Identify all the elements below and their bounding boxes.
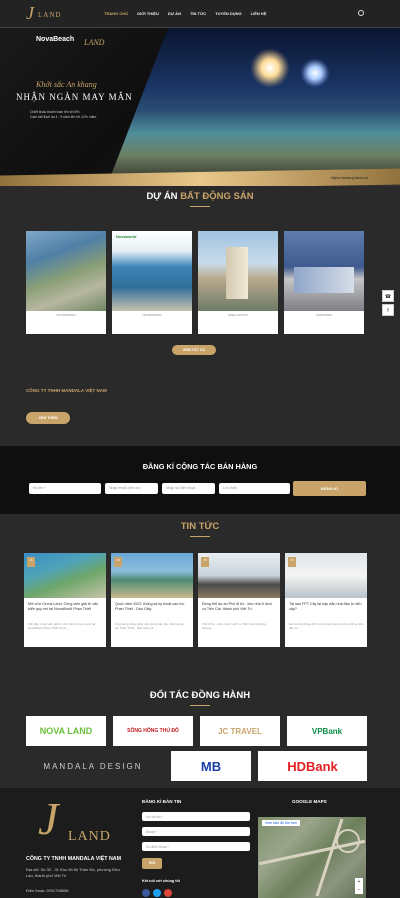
facebook-icon[interactable] [142,889,150,897]
about-company-name: CÔNG TY TNHH MANDALA VIỆT NAM [26,388,107,393]
google-map[interactable]: Xem bản đồ lớn hơn + − [258,817,366,898]
news-title[interactable]: Quốc năm 2022: thông sạ kỳ thuật cao tốc… [111,598,193,620]
nav-contact[interactable]: LIÊN HỆ [251,11,267,16]
nav-recruit[interactable]: TUYỂN DỤNG [215,11,241,16]
register-section: ĐĂNG KÍ CỘNG TÁC BÁN HÀNG Họ tên * Nhập … [0,446,400,514]
map-road [315,818,344,897]
news-image: 15 [285,553,367,598]
nav-home[interactable]: TRANG CHỦ [104,11,128,16]
news-title[interactable]: Mở cửa Circus Land: Công viên giải trí v… [24,598,106,620]
site-header: J LAND TRANG CHỦ GIỚI THIỆU DỰ ÁN TIN TỨC… [0,0,400,28]
project-caption: VINHOMES [315,313,332,317]
read-more-button[interactable]: XEM THÊM [26,412,70,424]
newsletter-name-field[interactable]: Họ và tên * [142,812,250,821]
title-underline [190,206,210,207]
partner-logo-mb[interactable]: MB [171,751,251,781]
projects-section-title: DỰ ÁN BẤT ĐỘNG SẢN [146,191,254,202]
project-image [198,231,278,311]
title-underline [190,536,210,537]
firework-image [300,58,330,88]
news-excerpt: Để hướng đúng đích trường và chương của … [289,622,363,631]
social-icons [142,889,172,897]
partner-logo-vpbank[interactable]: VPBank [287,716,367,746]
banner-brand-logo: LAND [84,38,105,47]
project-caption: NOVAWORLD [56,313,76,317]
partners-section-title: ĐỐI TÁC ĐỒNG HÀNH [149,690,251,701]
nav-projects[interactable]: DỰ ÁN [168,11,181,16]
news-title[interactable]: Động thổ dự án Phố đi bộ - khu nhà ở dịc… [198,598,280,620]
footer-phone: Điện thoại: 0931798558 [26,888,69,893]
view-all-projects-button[interactable]: XEM TẤT CẢ [172,345,216,355]
banner-subheadline: NHẬN NGÀN MAY MẮN [16,92,133,102]
banner-headline: Khởi sắc An khang [36,80,97,89]
nav-about[interactable]: GIỚI THIỆU [137,11,159,16]
banner-site-url: https://www.jcland.vn [330,175,368,180]
title-underline [190,705,210,706]
footer-address: Địa chỉ: Số 30 - 31 Khu đô thị Trầm Đà, … [26,867,120,878]
partner-logo-mandala[interactable]: MANDALA DESIGN [26,751,160,781]
phone-icon[interactable]: ☎ [382,290,394,302]
social-title: Kết nối với chúng tôi [142,879,180,883]
site-logo[interactable]: J LAND [26,3,60,24]
news-date-badge: 15 [201,557,209,567]
project-card[interactable]: Novaworld NOVAWORLD [112,231,192,334]
news-image: 15 [198,553,280,598]
main-nav: TRANG CHỦ GIỚI THIỆU DỰ ÁN TIN TỨC TUYỂN… [104,11,266,16]
facebook-icon[interactable]: f [382,304,394,316]
news-excerpt: Ứng dụng công nghệ xây dựng hiện đại, đư… [115,622,185,631]
search-icon[interactable] [358,10,364,16]
news-card[interactable]: 15 Tại sao FPT City lại hấp dẫn nhà đầu … [285,553,367,647]
map-title: GOOGLE MAPS [292,799,327,804]
news-excerpt: Mới đây, công viên giải trí văn biển Cir… [28,622,96,631]
map-large-link[interactable]: Xem bản đồ lớn hơn [262,820,301,826]
banner-scene-image [110,28,400,178]
project-card[interactable]: VINHOMES [284,231,364,334]
banner-details: Chiết khấu thanh toán lên tới 8% Cam kết… [30,110,97,119]
register-title: ĐĂNG KÍ CỘNG TÁC BÁN HÀNG [142,462,258,471]
twitter-icon[interactable] [153,889,161,897]
project-image [26,231,106,311]
firework-image [250,48,290,88]
phone-field[interactable]: Nhập số điện thoại [162,483,215,494]
map-roundabout [336,829,360,853]
project-caption: NOVAWORLD [142,313,162,317]
partner-logo-hdbank[interactable]: HDBank [258,751,367,781]
hero-banner[interactable]: NovaBeach LAND Khởi sắc An khang NHẬN NG… [0,28,400,186]
name-field[interactable]: Họ tên * [29,483,101,494]
message-field[interactable]: Lời nhắn [219,483,290,494]
news-card[interactable]: 15 Mở cửa Circus Land: Công viên giải tr… [24,553,106,647]
nav-news[interactable]: TIN TỨC [190,11,206,16]
news-date-badge: 15 [114,557,122,567]
project-caption: APEC GROUP [227,313,248,317]
banner-brand: NovaBeach [36,36,75,43]
partner-logo-novaland[interactable]: NOVA LAND [26,716,106,746]
footer-company-name: CÔNG TY TNHH MANDALA VIỆT NAM [26,856,122,862]
newsletter-title: ĐĂNG KÍ BẢN TIN [142,799,182,804]
news-card[interactable]: 15 Quốc năm 2022: thông sạ kỳ thuật cao … [111,553,193,647]
news-title[interactable]: Tại sao FPT City lại hấp dẫn nhà đầu tư … [285,598,367,620]
map-zoom-control[interactable]: + − [355,878,363,894]
project-image: Novaworld [112,231,192,311]
project-image [284,231,364,311]
news-image: 15 [24,553,106,598]
footer-logo: J LAND [38,793,111,845]
newsletter-send-button[interactable]: GỬI [142,858,162,869]
partner-logo-song-hong[interactable]: SÔNG HỒNG THỦ ĐÔ [113,716,193,746]
news-card[interactable]: 15 Động thổ dự án Phố đi bộ - khu nhà ở … [198,553,280,647]
news-date-badge: 15 [27,557,35,567]
newsletter-phone-field[interactable]: Số điện thoại * [142,842,250,851]
partner-logo-jc-travel[interactable]: JC TRAVEL [200,716,280,746]
project-card[interactable]: NOVAWORLD [26,231,106,334]
news-image: 15 [111,553,193,598]
news-section-title: TIN TỨC [180,521,220,532]
news-excerpt: Phố đi bộ – khu nhà ở dịch vụ Tiến Cát l… [202,622,267,631]
email-field[interactable]: Nhập email (nếu có) [105,483,158,494]
register-submit-button[interactable]: ĐĂNG KÍ [293,481,366,496]
project-card[interactable]: APEC GROUP [198,231,278,334]
news-date-badge: 15 [288,557,296,567]
google-icon[interactable] [164,889,172,897]
newsletter-email-field[interactable]: Email * [142,827,250,836]
